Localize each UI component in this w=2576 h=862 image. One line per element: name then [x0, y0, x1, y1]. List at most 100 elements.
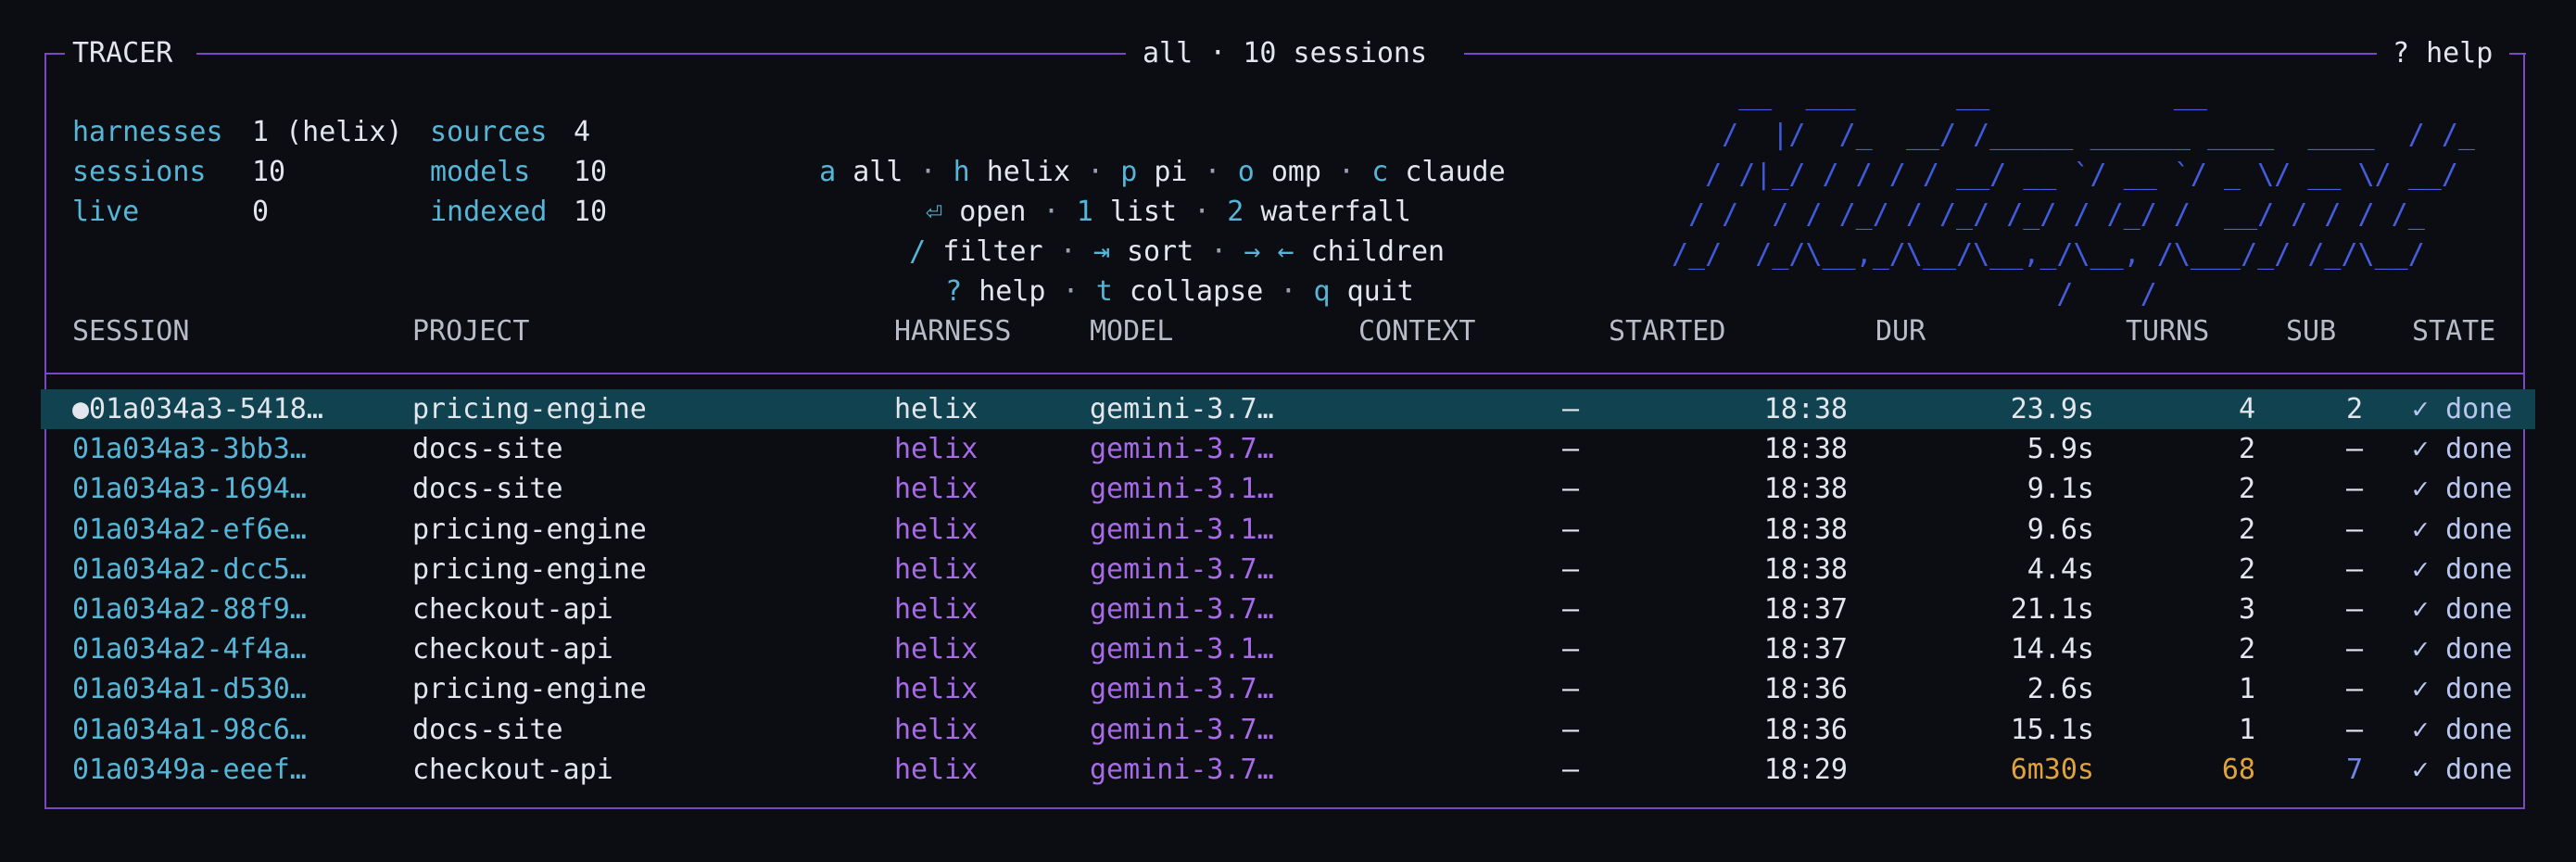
cell-turns: 68: [2221, 753, 2255, 786]
frame-top-right: [2509, 53, 2526, 55]
col-session[interactable]: SESSION: [72, 311, 189, 351]
cell-context: —: [1561, 673, 1579, 706]
cell-turns: 2: [2238, 552, 2255, 586]
cell-context: —: [1561, 393, 1579, 425]
col-state[interactable]: STATE: [2412, 311, 2495, 351]
col-harness[interactable]: HARNESS: [894, 311, 1011, 351]
cell-context: —: [1561, 593, 1579, 626]
stat-label: sessions: [72, 156, 207, 188]
help-hint[interactable]: ? help: [2393, 33, 2493, 73]
cell-harness: helix: [894, 753, 979, 786]
stat-value: 10: [574, 196, 608, 228]
stat-label: harnesses: [72, 116, 223, 148]
cell-started: 18:38: [1763, 473, 1848, 506]
stat-label: models: [430, 156, 531, 188]
cell-project: docs-site: [412, 433, 563, 466]
cell-session: 01a0349a-eeef…: [72, 753, 307, 786]
cell-started: 18:38: [1763, 433, 1848, 466]
cell-state: ✓ done: [2412, 393, 2513, 425]
cell-started: 18:36: [1763, 673, 1848, 706]
table-row[interactable]: 01a0349a-eeef… checkout-api helix gemini-3.…: [41, 750, 2535, 790]
table-row[interactable]: 01a034a1-98c6… docs-site helix gemini-3.7… —…: [41, 710, 2535, 750]
key-collapse[interactable]: t: [1096, 275, 1113, 308]
cell-session: 01a034a1-d530…: [72, 673, 307, 706]
table-row[interactable]: 01a034a1-d530… pricing-engine helix gemini-…: [41, 669, 2535, 709]
cell-model: gemini-3.7…: [1090, 393, 1274, 425]
cell-state: ✓ done: [2412, 433, 2513, 466]
col-context[interactable]: CONTEXT: [1358, 311, 1475, 351]
cell-model: gemini-3.7…: [1090, 713, 1274, 746]
cell-sub: —: [2345, 552, 2363, 586]
ascii-logo: __ ___ __ __ / |/ /_ __/ /_____ ______ _…: [1668, 76, 2530, 311]
key-quit[interactable]: q: [1314, 275, 1331, 308]
cell-project: pricing-engine: [412, 393, 647, 425]
cell-project: docs-site: [412, 473, 563, 506]
separator: ·: [1045, 275, 1096, 308]
cell-started: 18:36: [1763, 713, 1848, 746]
cell-session: 01a034a2-88f9…: [72, 593, 307, 626]
cell-harness: helix: [894, 473, 979, 506]
cell-context: —: [1561, 633, 1579, 666]
cell-started: 18:29: [1763, 753, 1848, 786]
cell-started: 18:38: [1763, 552, 1848, 586]
cell-turns: 2: [2238, 473, 2255, 506]
cell-dur: 9.1s: [2027, 473, 2094, 506]
ascii-logo-line: / /|_/ / / / / __/ __ `/ __ `/ _ \/ __ \…: [1672, 158, 2458, 191]
cell-turns: 2: [2238, 433, 2255, 466]
header-separator: [45, 373, 2523, 374]
cell-dur: 23.9s: [2010, 393, 2094, 425]
table-row[interactable]: 01a034a2-88f9… checkout-api helix gemini-3.…: [41, 589, 2535, 629]
col-dur[interactable]: DUR: [1875, 311, 1926, 351]
frame-top-left: [44, 53, 65, 55]
cell-dur: 14.4s: [2010, 633, 2094, 666]
cell-harness: helix: [894, 673, 979, 706]
cell-project: docs-site: [412, 713, 563, 746]
cell-state: ✓ done: [2412, 473, 2513, 506]
cell-project: checkout-api: [412, 753, 613, 786]
cell-model: gemini-3.7…: [1090, 673, 1274, 706]
cell-state: ✓ done: [2412, 552, 2513, 586]
key-all[interactable]: a: [819, 156, 836, 188]
cell-model: gemini-3.7…: [1090, 593, 1274, 626]
cell-project: checkout-api: [412, 633, 613, 666]
table-row[interactable]: 01a034a2-dcc5… pricing-engine helix gemini-…: [41, 550, 2535, 589]
ascii-logo-line: / |/ /_ __/ /_____ ______ ____ ____ / /_: [1672, 119, 2476, 151]
col-turns[interactable]: TURNS: [2126, 311, 2209, 351]
cell-harness: helix: [894, 593, 979, 626]
cell-context: —: [1561, 513, 1579, 546]
cell-dur: 9.6s: [2027, 513, 2094, 546]
key-help[interactable]: ?: [945, 275, 962, 308]
ascii-logo-line: /____/: [1672, 278, 2157, 308]
cell-turns: 2: [2238, 633, 2255, 666]
cell-project: checkout-api: [412, 593, 613, 626]
cell-started: 18:37: [1763, 593, 1848, 626]
cell-state: ✓ done: [2412, 513, 2513, 546]
table-row[interactable]: 01a034a2-4f4a… checkout-api helix gemini-3.…: [41, 629, 2535, 669]
table-row-selected[interactable]: ●01a034a3-5418… pricing-engine helix gemini…: [41, 389, 2535, 429]
col-project[interactable]: PROJECT: [412, 311, 529, 351]
col-started[interactable]: STARTED: [1609, 311, 1725, 351]
view-title: all · 10 sessions: [1143, 37, 1428, 70]
cell-sub: —: [2345, 513, 2363, 546]
cell-context: —: [1561, 433, 1579, 466]
cell-state: ✓ done: [2412, 713, 2513, 746]
cell-state: ✓ done: [2412, 753, 2513, 786]
cell-sub: 2: [2345, 393, 2363, 425]
cell-model: gemini-3.1…: [1090, 633, 1274, 666]
app-title: TRACER: [72, 37, 173, 70]
table-row[interactable]: 01a034a3-3bb3… docs-site helix gemini-3.7… —…: [41, 429, 2535, 469]
frame-top-mid-left: [196, 53, 1126, 55]
cell-harness: helix: [894, 393, 979, 425]
stat-value: 10: [574, 156, 608, 188]
stat-value: 1 (helix): [252, 116, 403, 148]
col-sub[interactable]: SUB: [2286, 311, 2336, 351]
ascii-logo-line: /_/ /_/\__,_/\__/\__,_/\__, /\___/_/ /_/…: [1672, 238, 2425, 271]
cell-turns: 3: [2238, 593, 2255, 626]
key-quit-label: quit: [1346, 275, 1414, 308]
col-model[interactable]: MODEL: [1090, 311, 1173, 351]
table-row[interactable]: 01a034a3-1694… docs-site helix gemini-3.1… —…: [41, 469, 2535, 509]
table-row[interactable]: 01a034a2-ef6e… pricing-engine helix gemini-…: [41, 510, 2535, 550]
cell-context: —: [1561, 473, 1579, 506]
cell-session: 01a034a2-ef6e…: [72, 513, 307, 546]
cell-session: 01a034a3-1694…: [72, 473, 307, 506]
